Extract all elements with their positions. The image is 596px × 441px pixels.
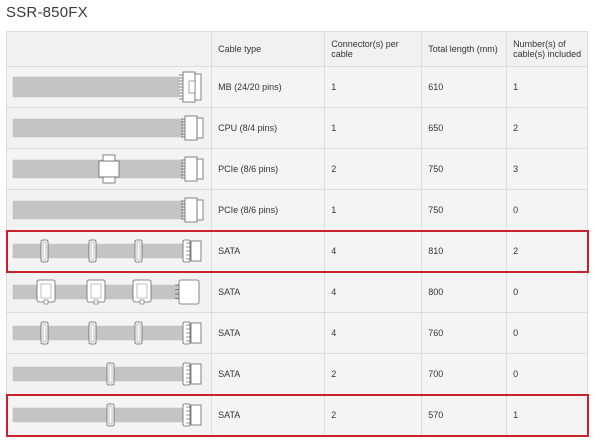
cable-image-cell bbox=[5, 107, 213, 149]
table-row: SATA 4 810 2 bbox=[5, 230, 588, 272]
length-cell: 760 bbox=[421, 312, 508, 354]
sata-2-cable-image bbox=[12, 403, 202, 427]
cable-type-cell: SATA bbox=[211, 312, 326, 354]
cable-image-cell bbox=[5, 271, 213, 313]
cable-image-cell bbox=[5, 66, 213, 108]
cable-type-cell: SATA bbox=[211, 353, 326, 395]
pcie-2-cable-image bbox=[12, 154, 204, 184]
table-header-row: Cable type Connector(s) per cable Total … bbox=[5, 31, 588, 67]
table-row: SATA 4 760 0 bbox=[5, 312, 588, 354]
cable-image-cell bbox=[5, 148, 213, 190]
table-row: SATA 2 570 1 bbox=[5, 394, 588, 436]
count-cell: 0 bbox=[506, 353, 588, 395]
pcie-1-cable-image bbox=[12, 197, 204, 223]
peripheral-4-cable-image bbox=[12, 279, 200, 305]
cable-image-cell bbox=[5, 394, 213, 436]
sata-2-cable-image bbox=[12, 362, 202, 386]
count-cell: 2 bbox=[506, 107, 588, 149]
cable-type-cell: CPU (8/4 pins) bbox=[211, 107, 326, 149]
cable-image-cell bbox=[5, 230, 213, 272]
header-count: Number(s) of cable(s) included bbox=[506, 31, 588, 67]
cable-type-cell: SATA bbox=[211, 271, 326, 313]
page-title: SSR-850FX bbox=[6, 4, 88, 21]
table-row: CPU (8/4 pins) 1 650 2 bbox=[5, 107, 588, 149]
length-cell: 750 bbox=[421, 189, 508, 231]
cable-type-cell: SATA bbox=[211, 230, 326, 272]
sata-4-cable-image bbox=[12, 239, 202, 263]
length-cell: 800 bbox=[421, 271, 508, 313]
cable-type-cell: PCIe (8/6 pins) bbox=[211, 148, 326, 190]
length-cell: 810 bbox=[421, 230, 508, 272]
connectors-cell: 1 bbox=[324, 66, 423, 108]
connectors-cell: 2 bbox=[324, 353, 423, 395]
table-row: SATA 2 700 0 bbox=[5, 353, 588, 395]
header-length: Total length (mm) bbox=[421, 31, 508, 67]
count-cell: 2 bbox=[506, 230, 588, 272]
cable-spec-table: Cable type Connector(s) per cable Total … bbox=[5, 31, 588, 436]
length-cell: 650 bbox=[421, 107, 508, 149]
mb-cable-image bbox=[12, 71, 202, 103]
connectors-cell: 1 bbox=[324, 107, 423, 149]
cable-type-cell: PCIe (8/6 pins) bbox=[211, 189, 326, 231]
table-row: SATA 4 800 0 bbox=[5, 271, 588, 313]
table-row: PCIe (8/6 pins) 1 750 0 bbox=[5, 189, 588, 231]
length-cell: 700 bbox=[421, 353, 508, 395]
header-image bbox=[5, 31, 213, 67]
cable-image-cell bbox=[5, 353, 213, 395]
count-cell: 0 bbox=[506, 271, 588, 313]
table-row: PCIe (8/6 pins) 2 750 3 bbox=[5, 148, 588, 190]
cable-type-cell: MB (24/20 pins) bbox=[211, 66, 326, 108]
connectors-cell: 2 bbox=[324, 148, 423, 190]
connectors-cell: 1 bbox=[324, 189, 423, 231]
length-cell: 570 bbox=[421, 394, 508, 436]
table-row: MB (24/20 pins) 1 610 1 bbox=[5, 66, 588, 108]
connectors-cell: 4 bbox=[324, 271, 423, 313]
cable-type-cell: SATA bbox=[211, 394, 326, 436]
connectors-cell: 4 bbox=[324, 230, 423, 272]
connectors-cell: 4 bbox=[324, 312, 423, 354]
cable-image-cell bbox=[5, 312, 213, 354]
count-cell: 1 bbox=[506, 394, 588, 436]
count-cell: 0 bbox=[506, 312, 588, 354]
length-cell: 610 bbox=[421, 66, 508, 108]
count-cell: 0 bbox=[506, 189, 588, 231]
header-cable-type: Cable type bbox=[211, 31, 326, 67]
header-connectors: Connector(s) per cable bbox=[324, 31, 423, 67]
sata-4-cable-image bbox=[12, 321, 202, 345]
count-cell: 1 bbox=[506, 66, 588, 108]
connectors-cell: 2 bbox=[324, 394, 423, 436]
count-cell: 3 bbox=[506, 148, 588, 190]
cpu-cable-image bbox=[12, 115, 204, 141]
cable-image-cell bbox=[5, 189, 213, 231]
length-cell: 750 bbox=[421, 148, 508, 190]
